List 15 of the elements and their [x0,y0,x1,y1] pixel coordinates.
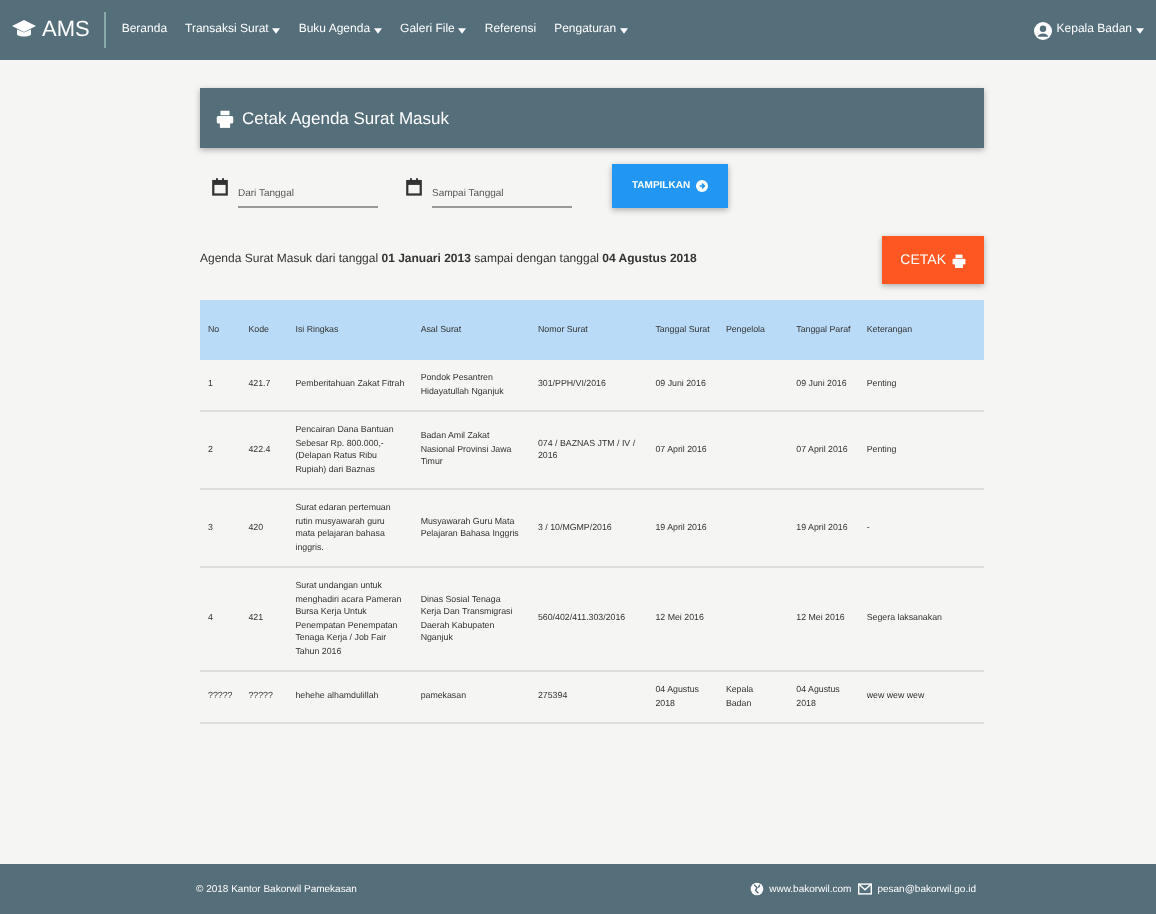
caret-icon [374,27,383,33]
arrow-circle-icon [696,180,709,192]
card-title: Cetak Agenda Surat Masuk [242,108,449,128]
caret-icon [620,27,629,33]
printer-icon [952,253,966,267]
graduation-cap-icon [12,20,36,40]
caret-icon [458,27,467,33]
calendar-icon [212,178,228,196]
caret-icon [1136,27,1144,33]
envelope-icon [857,882,872,896]
caret-icon [272,27,281,33]
brand-name[interactable]: AMS [42,18,90,42]
calendar-icon [406,178,422,196]
user-icon [1034,21,1053,39]
printer-icon [216,109,234,127]
